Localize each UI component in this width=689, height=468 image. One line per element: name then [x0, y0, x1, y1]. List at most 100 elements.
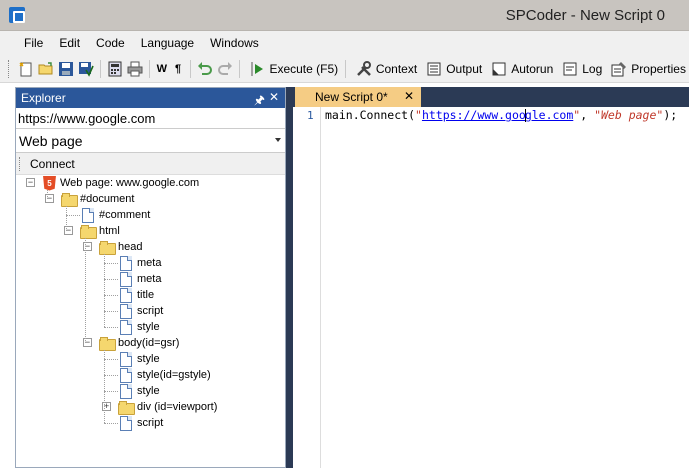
document-icon	[120, 383, 132, 399]
folder-icon	[118, 400, 135, 415]
tree-connector	[104, 295, 118, 296]
context-button[interactable]: Context	[353, 60, 417, 78]
connection-type-select[interactable]: Web page	[16, 129, 285, 153]
log-icon	[561, 60, 579, 78]
tree-node[interactable]: head	[99, 239, 142, 255]
tree-node[interactable]: 5 Web page: www.google.com	[42, 175, 199, 191]
tree-node[interactable]: style	[118, 351, 160, 367]
explorer-panel: Explorer 🖈︎ ✕ Web page Connect 5 Web page…	[15, 87, 286, 468]
menu-code[interactable]: Code	[88, 31, 133, 55]
tree-node-label: head	[118, 241, 143, 253]
tree-node[interactable]: #comment	[80, 207, 150, 223]
tree-node[interactable]: body(id=gsr)	[99, 335, 179, 351]
document-icon	[120, 255, 132, 271]
toolbar-separator	[190, 59, 191, 78]
tree-node[interactable]: meta	[118, 255, 161, 271]
code-area[interactable]: 1 main.Connect("https://www.google.com",…	[293, 107, 689, 468]
toolbar-grip[interactable]	[8, 59, 10, 78]
dropdown-arrow-icon[interactable]	[275, 138, 281, 142]
tree-node[interactable]: style	[118, 383, 160, 399]
save-all-icon[interactable]	[78, 60, 95, 78]
tree-node-label: #comment	[99, 209, 151, 221]
menu-edit[interactable]: Edit	[51, 31, 88, 55]
document-icon	[120, 415, 132, 431]
tree-node[interactable]: style(id=gstyle)	[118, 367, 211, 383]
tree-node-label: body(id=gsr)	[118, 337, 180, 349]
paragraph-icon[interactable]: ¶	[172, 60, 184, 78]
word-wrap-icon[interactable]: W	[156, 60, 168, 78]
code-url-start[interactable]: https://www.goo	[422, 108, 526, 122]
output-button[interactable]: Output	[423, 60, 482, 78]
undo-icon[interactable]	[197, 60, 213, 78]
connect-toolbar-grip[interactable]	[19, 156, 21, 171]
connect-button[interactable]: Connect	[30, 157, 75, 171]
tree-node[interactable]: script	[118, 303, 163, 319]
output-icon	[425, 60, 443, 78]
tree-node[interactable]: style	[118, 319, 160, 335]
collapse-icon[interactable]: −	[26, 178, 35, 187]
folder-icon	[61, 192, 78, 207]
tree-connector	[104, 311, 118, 312]
tree-connector	[104, 263, 118, 264]
context-label: Context	[375, 61, 418, 76]
tree-connector	[104, 375, 118, 376]
document-icon	[120, 351, 132, 367]
panel-splitter[interactable]	[286, 87, 293, 468]
save-icon[interactable]	[58, 60, 74, 78]
pin-icon[interactable]: 🖈︎	[254, 91, 265, 112]
url-input[interactable]	[16, 108, 285, 129]
output-label: Output	[446, 61, 483, 76]
log-button[interactable]: Log	[559, 60, 602, 78]
tree-node[interactable]: meta	[118, 271, 161, 287]
toolbar-separator	[345, 59, 346, 78]
code-type-arg: "Web page"	[594, 108, 664, 122]
tree-connector	[104, 327, 118, 328]
autorun-button[interactable]: Autorun	[488, 60, 553, 78]
toolbar-separator	[238, 59, 240, 78]
calculator-icon[interactable]	[107, 60, 123, 78]
code-editor: New Script 0* ✕ 1 main.Connect("https://…	[293, 87, 689, 468]
tree-connector	[104, 350, 105, 423]
tree-connector	[66, 215, 80, 216]
new-file-icon[interactable]	[18, 60, 34, 78]
menu-language[interactable]: Language	[133, 31, 202, 55]
tab-new-script-0[interactable]: New Script 0* ✕	[295, 87, 421, 107]
menu-windows[interactable]: Windows	[202, 31, 267, 55]
tree-node-label: meta	[137, 257, 162, 269]
tree-node-label: script	[137, 305, 164, 317]
line-number: 1	[307, 109, 314, 122]
tree-node-label: div (id=viewport)	[137, 401, 218, 413]
toolbar-separator	[149, 59, 150, 78]
tree-node[interactable]: div (id=viewport)	[118, 399, 217, 415]
menu-file[interactable]: File	[16, 31, 51, 55]
tree-connector	[104, 254, 105, 327]
code-call: main.Connect(	[325, 108, 416, 122]
tree-node[interactable]: #document	[61, 191, 134, 207]
folder-icon	[80, 224, 97, 239]
tab-close-icon[interactable]: ✕	[404, 89, 414, 103]
tree-connector	[104, 359, 118, 360]
document-icon	[120, 319, 132, 335]
open-folder-icon[interactable]	[38, 60, 54, 78]
print-icon[interactable]	[127, 60, 143, 78]
document-icon	[120, 367, 132, 383]
execute-button[interactable]: Execute (F5)	[246, 60, 338, 78]
close-icon[interactable]: ✕	[269, 90, 279, 104]
tree-connector	[104, 391, 118, 392]
redo-icon[interactable]	[217, 60, 233, 78]
code-url-end[interactable]: gle.com	[525, 108, 573, 122]
explorer-header: Explorer 🖈︎ ✕	[16, 88, 285, 108]
tree-node-label: style(id=gstyle)	[137, 369, 211, 381]
tree-node[interactable]: title	[118, 287, 154, 303]
properties-icon	[610, 60, 628, 78]
log-label: Log	[582, 61, 603, 76]
document-icon	[82, 207, 94, 223]
properties-button[interactable]: Properties	[608, 60, 686, 78]
tree-node[interactable]: html	[80, 223, 120, 239]
tree-node-label: Web page: www.google.com	[60, 177, 200, 189]
app-icon	[9, 7, 25, 23]
execute-icon	[248, 60, 266, 78]
tree-node[interactable]: script	[118, 415, 163, 431]
line-gutter: 1	[293, 107, 321, 468]
code-line[interactable]: main.Connect("https://www.google.com", "…	[325, 108, 677, 122]
